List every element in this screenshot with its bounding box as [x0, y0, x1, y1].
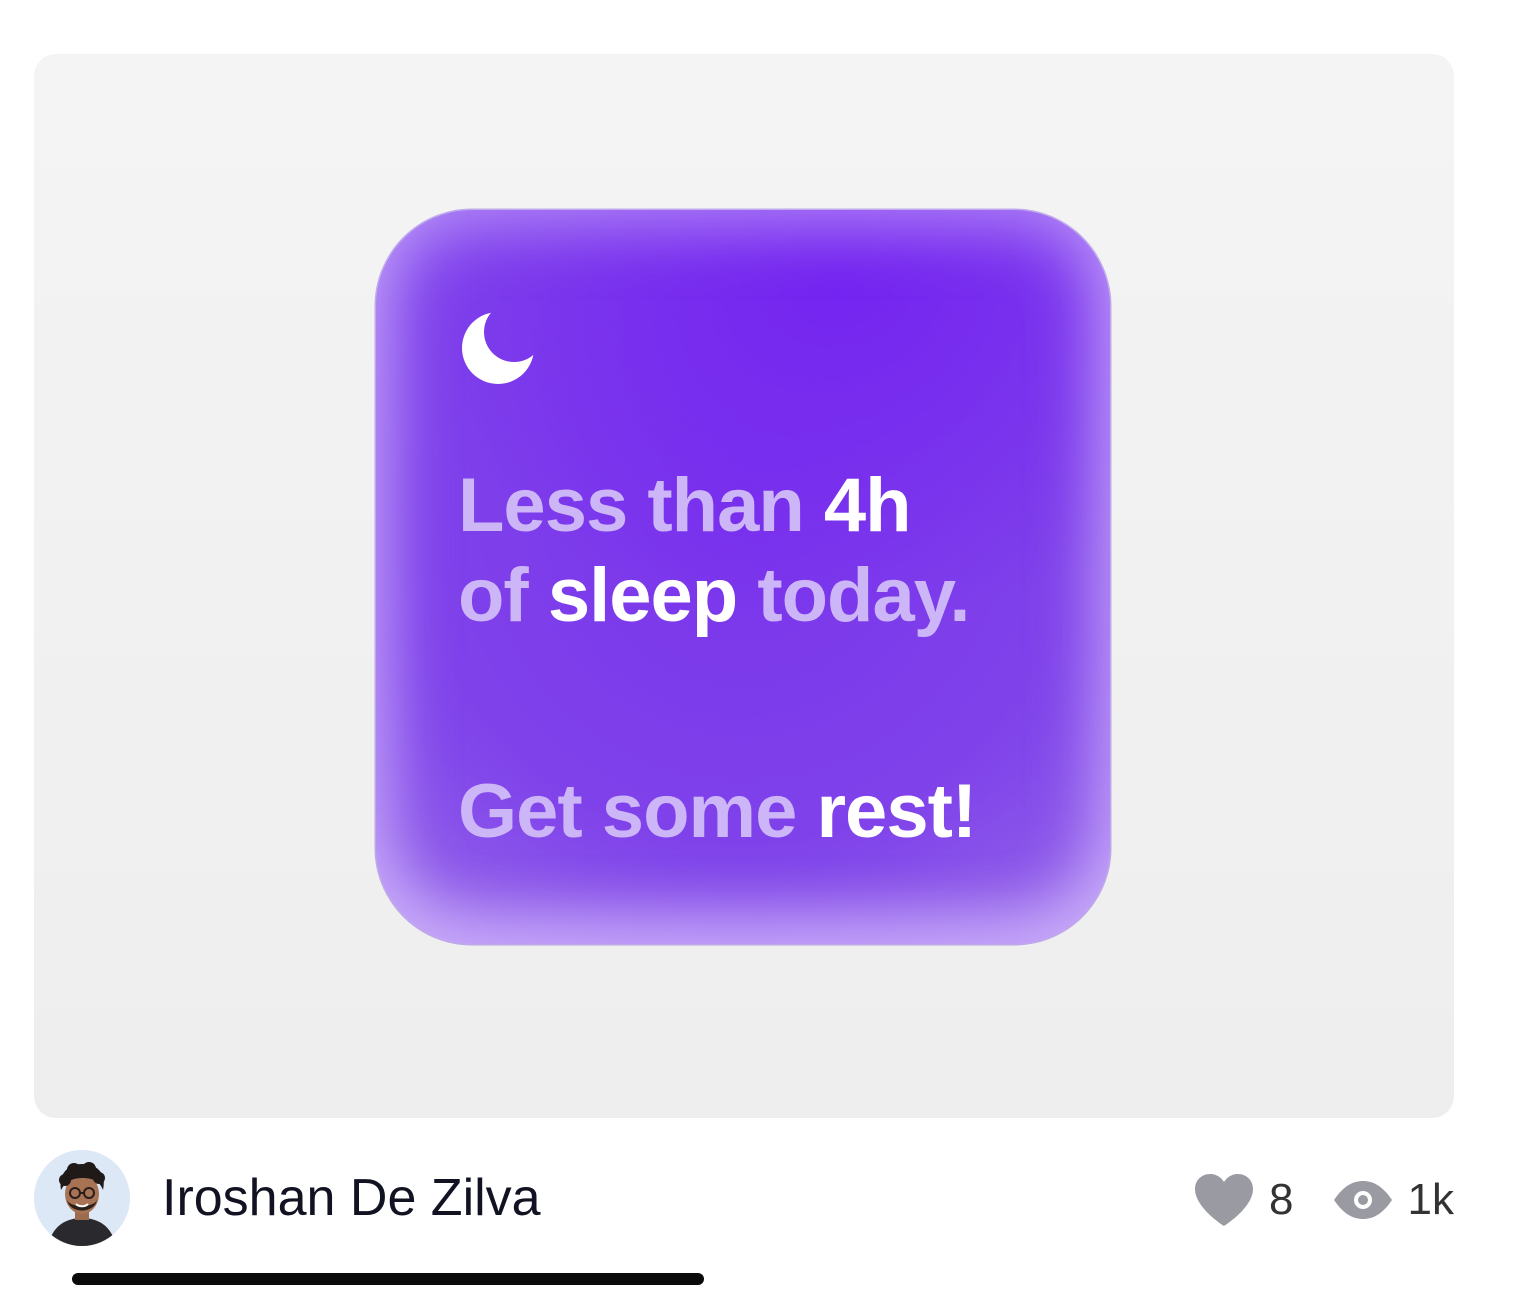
headline-line-1: Less than 4h	[458, 468, 912, 544]
shot-footer: Iroshan De Zilva 8 1k	[34, 1150, 1454, 1250]
shot-preview[interactable]: Less than 4h of sleep today. Get some re…	[34, 54, 1454, 1118]
avatar-photo	[34, 1150, 130, 1246]
shot-stats: 8 1k	[1193, 1170, 1454, 1230]
headline-text: of	[458, 553, 548, 638]
likes-count: 8	[1269, 1175, 1294, 1224]
headline-text: Less than	[458, 463, 824, 548]
cta-text: Get some	[458, 769, 817, 854]
author-name[interactable]: Iroshan De Zilva	[162, 1172, 541, 1224]
headline-highlight: 4h	[823, 463, 912, 548]
headline-text: today.	[737, 553, 970, 638]
avatar[interactable]	[34, 1150, 130, 1246]
home-indicator[interactable]	[72, 1273, 704, 1285]
eye-icon	[1333, 1181, 1392, 1219]
shot-page: Less than 4h of sleep today. Get some re…	[0, 0, 1532, 1300]
headline-highlight: sleep	[547, 553, 738, 638]
cta-highlight: rest!	[816, 769, 977, 854]
headline-line-2: of sleep today.	[458, 558, 970, 634]
sleep-widget: Less than 4h of sleep today. Get some re…	[376, 210, 1110, 944]
cta-line: Get some rest!	[458, 774, 977, 850]
heart-icon[interactable]	[1193, 1172, 1255, 1228]
moon-icon	[462, 312, 534, 384]
views-count: 1k	[1407, 1175, 1454, 1224]
